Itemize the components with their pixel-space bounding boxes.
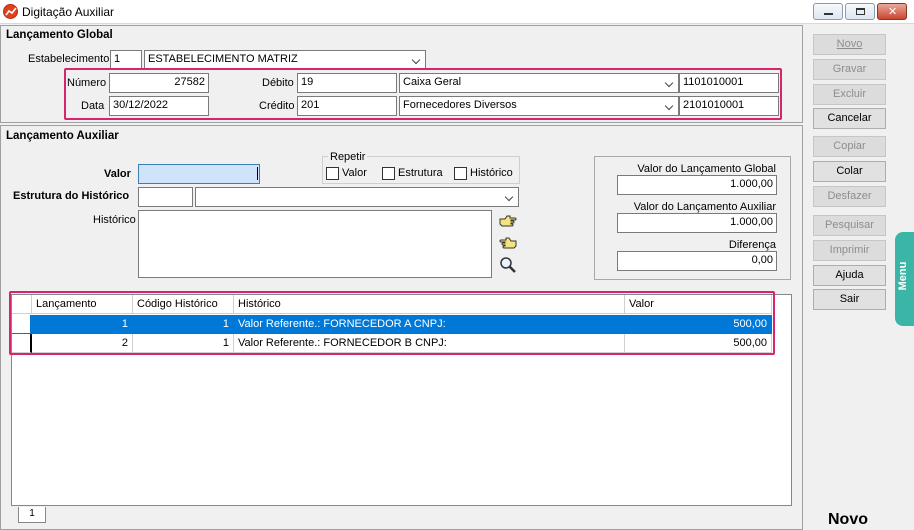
estabelecimento-name: ESTABELECIMENTO MATRIZ <box>148 53 298 65</box>
row-indicator-header <box>12 295 32 314</box>
credito-code-field[interactable]: 201 <box>297 96 397 116</box>
data-label: Data <box>81 100 105 112</box>
cell-valor[interactable]: 500,00 <box>625 334 772 353</box>
row-indicator[interactable] <box>12 315 32 334</box>
estabelecimento-select[interactable]: ESTABELECIMENTO MATRIZ <box>144 50 426 70</box>
minimize-button[interactable] <box>813 3 843 20</box>
menu-tab-label: Menu <box>897 261 909 291</box>
column-header-historico[interactable]: Histórico <box>234 295 625 314</box>
historico-label: Histórico <box>93 214 136 226</box>
sair-button[interactable]: Sair <box>813 289 886 310</box>
auxiliar-total-label: Valor do Lançamento Auxiliar <box>633 201 776 213</box>
repetir-valor-label: Valor <box>342 167 367 179</box>
table-row[interactable]: 1 1 Valor Referente.: FORNECEDOR A CNPJ:… <box>12 315 772 334</box>
sair-button-label: Sair <box>839 293 860 305</box>
text-cursor <box>257 167 258 180</box>
global-total-label: Valor do Lançamento Global <box>637 163 776 175</box>
numero-label: Número <box>67 77 107 89</box>
excluir-button[interactable]: Excluir <box>813 84 886 105</box>
repetir-estrutura-label: Estrutura <box>398 167 443 179</box>
imprimir-button-label: Imprimir <box>829 244 870 256</box>
mode-indicator: Novo <box>828 511 868 528</box>
table-row[interactable]: 2 1 Valor Referente.: FORNECEDOR B CNPJ:… <box>12 334 772 353</box>
cell-valor[interactable]: 500,00 <box>625 315 772 334</box>
chevron-down-icon[interactable] <box>409 52 424 68</box>
column-header-lancamento[interactable]: Lançamento <box>32 295 133 314</box>
debito-account-select[interactable]: Caixa Geral <box>399 73 679 93</box>
novo-button[interactable]: Novo <box>813 34 886 55</box>
estrutura-select[interactable] <box>195 187 519 207</box>
cell-codigo-historico[interactable]: 1 <box>133 315 234 334</box>
estrutura-code-field[interactable] <box>138 187 193 207</box>
ajuda-button-label: Ajuda <box>835 269 864 281</box>
pesquisar-button[interactable]: Pesquisar <box>813 215 886 236</box>
chevron-down-icon[interactable] <box>662 75 677 91</box>
column-header-codigo-historico[interactable]: Código Histórico <box>133 295 234 314</box>
desfazer-button-label: Desfazer <box>827 190 872 202</box>
novo-button-label: Novo <box>836 38 863 50</box>
estabelecimento-label: Estabelecimento <box>28 53 110 65</box>
desfazer-button[interactable]: Desfazer <box>813 186 886 207</box>
cell-lancamento[interactable]: 1 <box>32 315 133 334</box>
cancelar-button[interactable]: Cancelar <box>813 108 886 129</box>
restore-button[interactable] <box>845 3 875 20</box>
credito-label: Crédito <box>259 100 295 112</box>
repetir-historico-checkbox[interactable] <box>454 167 467 180</box>
cancelar-button-label: Cancelar <box>827 112 872 124</box>
historico-textarea[interactable] <box>138 210 492 278</box>
title-bar: Digitação Auxiliar ✕ <box>0 0 914 24</box>
colar-button-label: Colar <box>836 165 863 177</box>
credito-account-number[interactable]: 2101010001 <box>679 96 779 116</box>
debito-name: Caixa Geral <box>403 76 462 88</box>
gravar-button-label: Gravar <box>832 63 867 75</box>
row-indicator[interactable] <box>12 334 32 353</box>
repetir-estrutura-checkbox[interactable] <box>382 167 395 180</box>
magnifier-search-icon[interactable] <box>499 256 517 273</box>
cell-codigo-historico[interactable]: 1 <box>133 334 234 353</box>
valor-label: Valor <box>104 168 131 180</box>
numero-field[interactable]: 27582 <box>109 73 209 93</box>
valor-input[interactable] <box>138 164 260 184</box>
ajuda-button[interactable]: Ajuda <box>813 265 886 286</box>
cell-lancamento[interactable]: 2 <box>32 334 133 353</box>
cell-historico[interactable]: Valor Referente.: FORNECEDOR A CNPJ: <box>234 315 625 334</box>
estrutura-label: Estrutura do Histórico <box>13 190 130 202</box>
pointing-hand-left-icon[interactable] <box>499 236 517 252</box>
app-logo-icon <box>3 4 18 19</box>
credito-name: Fornecedores Diversos <box>403 99 517 111</box>
credito-account-select[interactable]: Fornecedores Diversos <box>399 96 679 116</box>
imprimir-button[interactable]: Imprimir <box>813 240 886 261</box>
window-title: Digitação Auxiliar <box>22 5 115 19</box>
repetir-valor-checkbox[interactable] <box>326 167 339 180</box>
global-total-field: 1.000,00 <box>617 175 777 195</box>
estabelecimento-code-field[interactable]: 1 <box>110 50 142 70</box>
lancamentos-grid[interactable]: Lançamento Código Histórico Histórico Va… <box>11 294 792 506</box>
column-header-valor[interactable]: Valor <box>625 295 772 314</box>
data-field[interactable]: 30/12/2022 <box>109 96 209 116</box>
excluir-button-label: Excluir <box>832 88 866 100</box>
colar-button[interactable]: Colar <box>813 161 886 182</box>
close-button[interactable]: ✕ <box>877 3 907 20</box>
debito-account-number[interactable]: 1101010001 <box>679 73 779 93</box>
debito-code-field[interactable]: 19 <box>297 73 397 93</box>
grid-page-tab[interactable]: 1 <box>18 507 46 523</box>
pointing-hand-right-icon[interactable] <box>499 214 517 230</box>
repetir-title: Repetir <box>328 151 368 163</box>
gravar-button[interactable]: Gravar <box>813 59 886 80</box>
debito-label: Débito <box>262 77 294 89</box>
cell-historico[interactable]: Valor Referente.: FORNECEDOR B CNPJ: <box>234 334 625 353</box>
global-section-title: Lançamento Global <box>6 29 113 41</box>
copiar-button[interactable]: Copiar <box>813 136 886 157</box>
pesquisar-button-label: Pesquisar <box>825 219 874 231</box>
diferenca-label: Diferença <box>728 239 776 251</box>
copiar-button-label: Copiar <box>833 140 866 152</box>
chevron-down-icon[interactable] <box>662 98 677 114</box>
auxiliar-section-title: Lançamento Auxiliar <box>6 130 119 142</box>
diferenca-field: 0,00 <box>617 251 777 271</box>
chevron-down-icon[interactable] <box>502 189 517 205</box>
auxiliar-total-field: 1.000,00 <box>617 213 777 233</box>
menu-side-tab[interactable]: Menu <box>895 232 914 326</box>
grid-header-row: Lançamento Código Histórico Histórico Va… <box>12 295 772 314</box>
repetir-historico-label: Histórico <box>470 167 513 179</box>
